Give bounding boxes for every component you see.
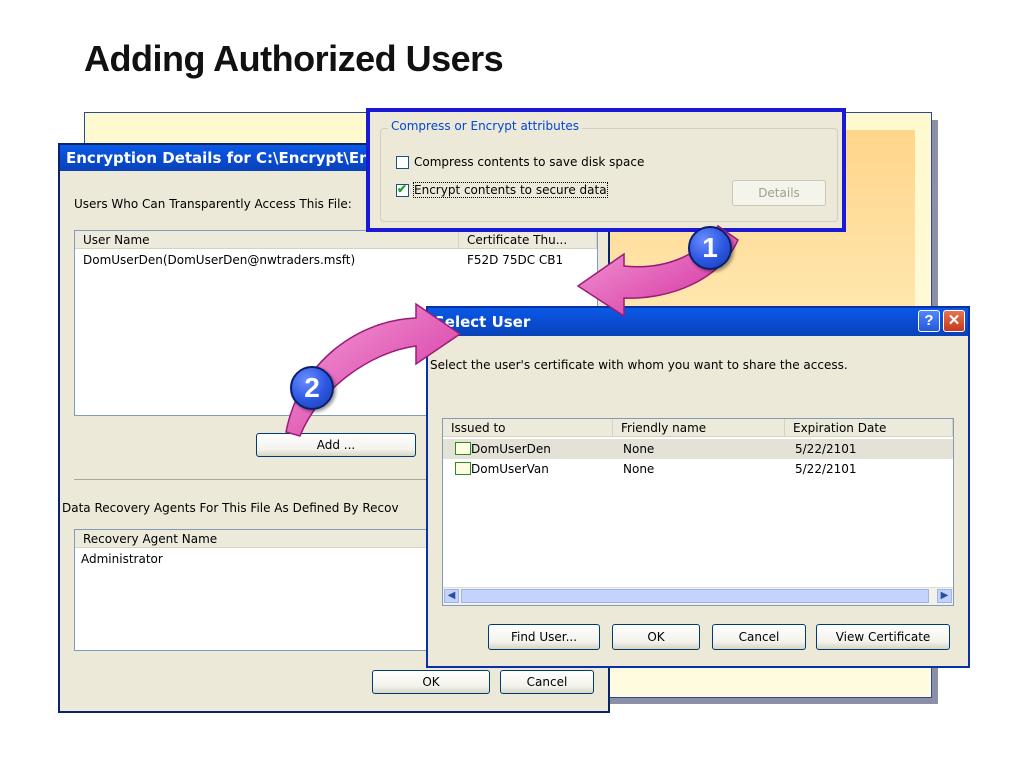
certificate-issued-to: DomUserDen <box>471 442 551 456</box>
certificate-icon <box>455 462 471 475</box>
attributes-panel: Compress or Encrypt attributes Compress … <box>366 108 846 232</box>
recovery-agent-row[interactable]: Administrator <box>81 552 163 566</box>
ok-button[interactable]: OK <box>612 624 700 650</box>
select-user-dialog: Select User ? ✕ Select the user's certif… <box>426 306 970 668</box>
chevron-left-icon: ◀ <box>447 590 456 601</box>
compress-checkbox[interactable] <box>396 156 409 169</box>
add-button[interactable]: Add ... <box>256 433 416 457</box>
scroll-left-button[interactable]: ◀ <box>444 589 459 603</box>
cancel-button[interactable]: Cancel <box>500 670 594 694</box>
attributes-group-title: Compress or Encrypt attributes <box>388 119 583 133</box>
close-icon: ✕ <box>947 312 961 329</box>
certificate-expiration: 5/22/2101 <box>795 462 857 476</box>
encrypt-label[interactable]: Encrypt contents to secure data <box>413 182 608 198</box>
slide-title: Adding Authorized Users <box>84 38 504 79</box>
column-friendly-name[interactable]: Friendly name <box>613 419 785 437</box>
callout-badge-two: 2 <box>290 366 334 410</box>
user-row-thumbprint: F52D 75DC CB1 <box>467 253 564 267</box>
certificates-list[interactable]: Issued to Friendly name Expiration Date … <box>442 418 954 606</box>
select-user-titlebar[interactable]: Select User <box>428 308 968 336</box>
help-icon: ? <box>924 312 934 329</box>
column-expiration-date[interactable]: Expiration Date <box>785 419 953 437</box>
checkmark-icon: ✔ <box>397 182 408 196</box>
users-access-label: Users Who Can Transparently Access This … <box>74 197 352 211</box>
compress-label[interactable]: Compress contents to save disk space <box>414 155 644 169</box>
view-certificate-button[interactable]: View Certificate <box>816 624 950 650</box>
encrypt-checkbox[interactable]: ✔ <box>396 182 409 197</box>
select-user-instruction: Select the user's certificate with whom … <box>430 358 848 372</box>
certificate-friendly-name: None <box>623 462 655 476</box>
horizontal-scrollbar[interactable]: ◀ ▶ <box>443 587 953 605</box>
attributes-groupbox <box>380 128 838 222</box>
callout-badge-one: 1 <box>688 226 732 270</box>
cancel-button[interactable]: Cancel <box>712 624 806 650</box>
recovery-agents-label: Data Recovery Agents For This File As De… <box>62 501 399 515</box>
certificate-icon <box>455 442 471 455</box>
column-issued-to[interactable]: Issued to <box>443 419 613 437</box>
details-button[interactable]: Details <box>732 180 826 206</box>
certificate-friendly-name: None <box>623 442 655 456</box>
certificate-issued-to: DomUserVan <box>471 462 549 476</box>
close-button[interactable]: ✕ <box>943 310 965 332</box>
help-button[interactable]: ? <box>918 310 940 332</box>
certificate-expiration: 5/22/2101 <box>795 442 857 456</box>
user-row-name[interactable]: DomUserDen(DomUserDen@nwtraders.msft) <box>83 253 355 267</box>
scroll-right-button[interactable]: ▶ <box>937 589 952 603</box>
scroll-thumb[interactable] <box>461 589 929 603</box>
find-user-button[interactable]: Find User... <box>488 624 600 650</box>
column-certificate-thumbprint[interactable]: Certificate Thu... <box>459 231 597 249</box>
ok-button[interactable]: OK <box>372 670 490 694</box>
column-user-name[interactable]: User Name <box>75 231 459 249</box>
chevron-right-icon: ▶ <box>940 590 949 601</box>
